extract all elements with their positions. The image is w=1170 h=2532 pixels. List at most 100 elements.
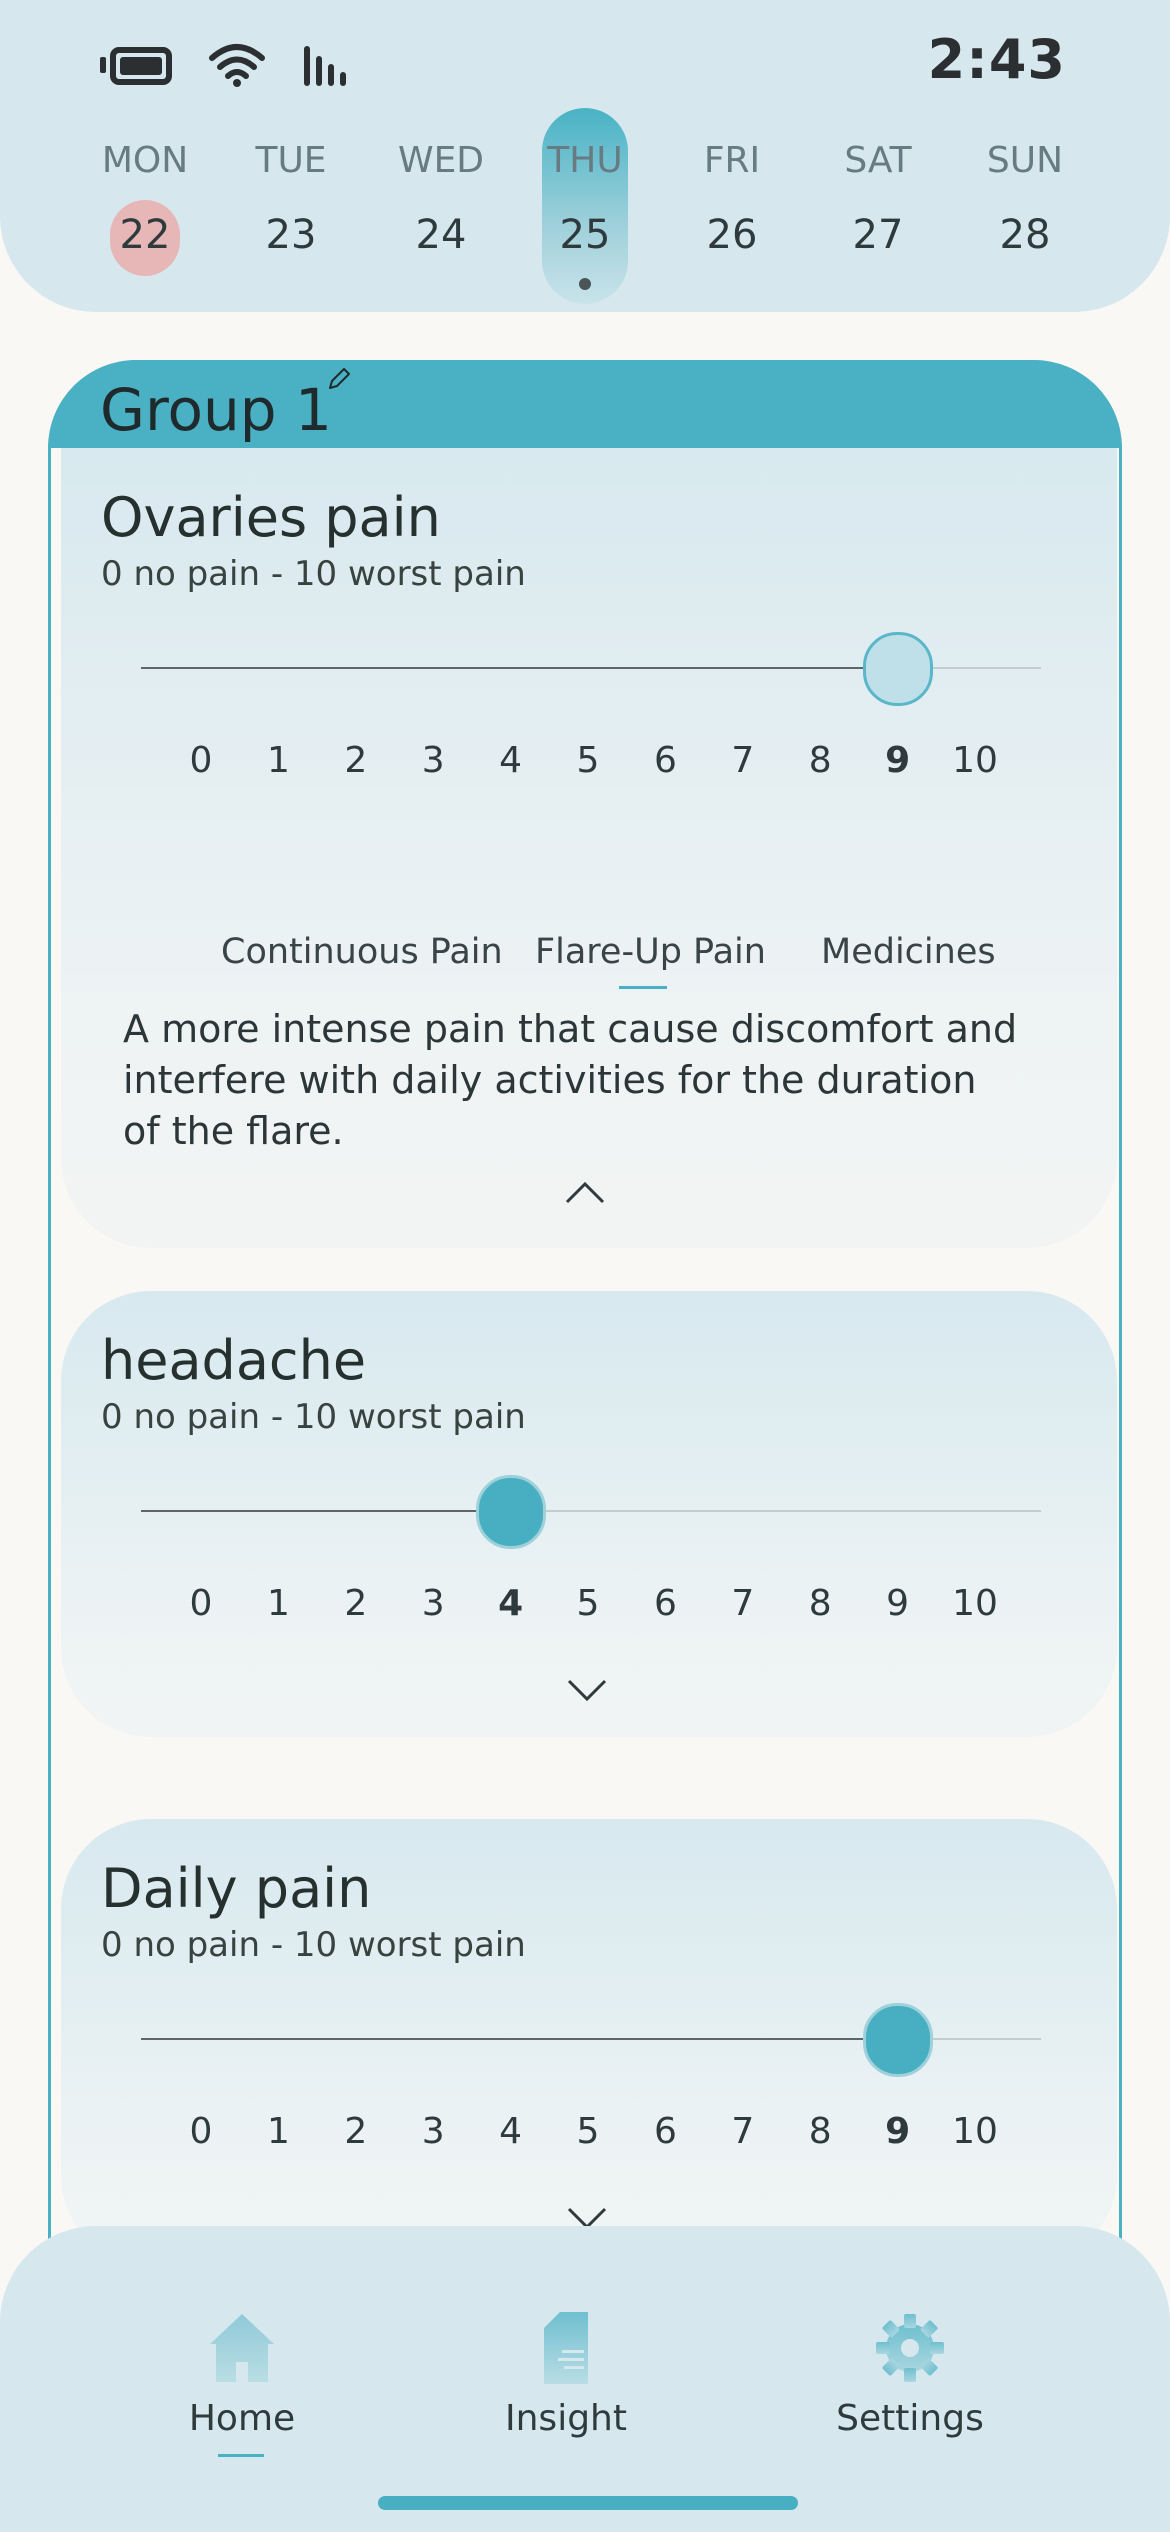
pain-slider[interactable] xyxy=(141,1999,1041,2079)
scale-value-3[interactable]: 3 xyxy=(403,740,463,781)
day-sun[interactable]: SUN 28 xyxy=(950,104,1100,304)
signal-icon xyxy=(302,42,348,88)
slider-thumb[interactable] xyxy=(475,1475,546,1549)
scale-value-9[interactable]: 9 xyxy=(868,1583,928,1624)
scale-value-9[interactable]: 9 xyxy=(868,740,928,781)
day-wed[interactable]: WED 24 xyxy=(366,104,516,304)
symptom-title: Daily pain xyxy=(101,1857,372,1920)
scale-value-4[interactable]: 4 xyxy=(481,740,541,781)
symptom-title: headache xyxy=(101,1329,367,1392)
slider-track-filled xyxy=(141,1510,511,1512)
scale-value-2[interactable]: 2 xyxy=(326,2111,386,2152)
scale-value-6[interactable]: 6 xyxy=(635,740,695,781)
group-card: Group 1 Ovaries pain 0 no pain - 10 wors… xyxy=(48,360,1122,2280)
tab-flare-up-pain[interactable]: Flare-Up Pain xyxy=(535,932,766,989)
day-sat[interactable]: SAT 27 xyxy=(803,104,953,304)
day-fri[interactable]: FRI 26 xyxy=(657,104,807,304)
wifi-icon xyxy=(208,42,266,88)
tab-continuous-pain[interactable]: Continuous Pain xyxy=(221,932,503,972)
symptom-card-daily-pain: Daily pain 0 no pain - 10 worst pain 012… xyxy=(61,1819,1117,2265)
scale-value-2[interactable]: 2 xyxy=(326,1583,386,1624)
day-number: 28 xyxy=(999,212,1051,258)
scale-value-0[interactable]: 0 xyxy=(171,740,231,781)
chevron-up-icon[interactable] xyxy=(565,1180,605,1204)
scale-value-2[interactable]: 2 xyxy=(326,740,386,781)
battery-icon xyxy=(100,43,172,87)
day-name: WED xyxy=(397,140,485,181)
tab-medicines[interactable]: Medicines xyxy=(821,932,996,972)
symptom-card-ovaries-pain: Ovaries pain 0 no pain - 10 worst pain 0… xyxy=(61,448,1117,1248)
home-icon xyxy=(206,2310,278,2386)
day-number: 22 xyxy=(119,212,171,258)
scale-value-8[interactable]: 8 xyxy=(790,1583,850,1624)
nav-label: Insight xyxy=(505,2398,627,2439)
slider-track-rest xyxy=(510,1510,1041,1512)
day-number: 27 xyxy=(852,212,904,258)
day-name: TUE xyxy=(255,140,327,181)
scale-value-6[interactable]: 6 xyxy=(635,2111,695,2152)
scale-value-4[interactable]: 4 xyxy=(481,1583,541,1624)
scale-value-3[interactable]: 3 xyxy=(403,2111,463,2152)
scale-value-1[interactable]: 1 xyxy=(248,740,308,781)
scale-value-5[interactable]: 5 xyxy=(558,2111,618,2152)
slider-thumb[interactable] xyxy=(862,2003,933,2077)
tab-description: A more intense pain that cause discomfor… xyxy=(123,1007,1018,1153)
bottom-nav: Home Insight Settings xyxy=(0,2226,1170,2532)
symptom-title: Ovaries pain xyxy=(101,486,441,549)
gear-icon xyxy=(874,2310,946,2386)
day-number: 24 xyxy=(415,212,467,258)
scale-value-10[interactable]: 10 xyxy=(945,2111,1005,2152)
day-name: SAT xyxy=(844,140,912,181)
scale-value-8[interactable]: 8 xyxy=(790,2111,850,2152)
nav-item-insight[interactable]: Insight xyxy=(446,2268,686,2439)
day-name: SUN xyxy=(986,140,1064,181)
selected-day-highlight xyxy=(542,108,628,304)
pain-slider[interactable] xyxy=(141,1471,1041,1551)
slider-thumb[interactable] xyxy=(862,632,933,706)
day-thu[interactable]: THU 25 xyxy=(510,104,660,304)
day-number: 26 xyxy=(706,212,758,258)
day-name: THU xyxy=(547,140,623,181)
day-name: MON xyxy=(101,140,189,181)
scale-value-9[interactable]: 9 xyxy=(868,2111,928,2152)
chevron-down-icon[interactable] xyxy=(567,1679,607,1703)
active-tab-indicator xyxy=(619,986,667,989)
scale-value-4[interactable]: 4 xyxy=(481,2111,541,2152)
scale-value-10[interactable]: 10 xyxy=(945,1583,1005,1624)
scale-value-10[interactable]: 10 xyxy=(945,740,1005,781)
nav-item-home[interactable]: Home xyxy=(122,2268,362,2457)
home-indicator[interactable] xyxy=(378,2496,798,2510)
pain-scale: 0 1 2 3 4 5 6 7 8 9 10 xyxy=(141,740,1101,790)
day-name: FRI xyxy=(703,140,761,181)
scale-value-0[interactable]: 0 xyxy=(171,1583,231,1624)
symptom-scale-hint: 0 no pain - 10 worst pain xyxy=(101,554,526,594)
symptom-scale-hint: 0 no pain - 10 worst pain xyxy=(101,1397,526,1437)
insight-icon xyxy=(530,2310,602,2386)
day-number: 25 xyxy=(559,212,611,258)
nav-item-settings[interactable]: Settings xyxy=(790,2268,1030,2439)
scale-value-7[interactable]: 7 xyxy=(713,2111,773,2152)
scale-value-5[interactable]: 5 xyxy=(558,740,618,781)
scale-value-6[interactable]: 6 xyxy=(635,1583,695,1624)
scale-value-5[interactable]: 5 xyxy=(558,1583,618,1624)
scale-value-1[interactable]: 1 xyxy=(248,2111,308,2152)
slider-track-filled xyxy=(141,2038,898,2040)
status-time: 2:43 xyxy=(927,28,1066,91)
nav-label: Home xyxy=(188,2398,296,2439)
scale-value-7[interactable]: 7 xyxy=(713,1583,773,1624)
group-header: Group 1 xyxy=(48,360,1122,448)
day-tue[interactable]: TUE 23 xyxy=(216,104,366,304)
pain-scale: 0 1 2 3 4 5 6 7 8 9 10 xyxy=(141,2111,1101,2161)
today-dot xyxy=(579,278,591,290)
pain-slider[interactable] xyxy=(141,628,1041,708)
day-mon[interactable]: MON 22 xyxy=(70,104,220,304)
scale-value-7[interactable]: 7 xyxy=(713,740,773,781)
pencil-icon[interactable] xyxy=(326,366,352,392)
nav-label: Settings xyxy=(836,2398,984,2439)
pain-scale: 0 1 2 3 4 5 6 7 8 9 10 xyxy=(141,1583,1101,1633)
scale-value-8[interactable]: 8 xyxy=(790,740,850,781)
day-number: 23 xyxy=(265,212,317,258)
scale-value-1[interactable]: 1 xyxy=(248,1583,308,1624)
scale-value-0[interactable]: 0 xyxy=(171,2111,231,2152)
scale-value-3[interactable]: 3 xyxy=(403,1583,463,1624)
